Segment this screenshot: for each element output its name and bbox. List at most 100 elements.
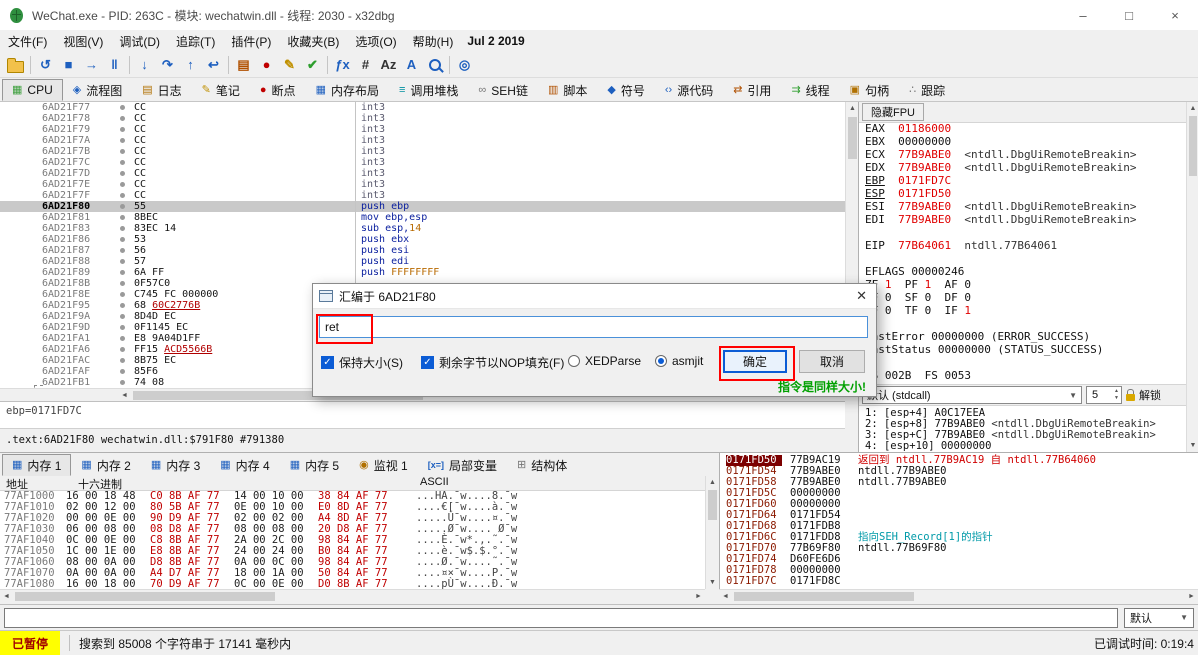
maximize-button[interactable]: □ bbox=[1106, 0, 1152, 30]
stack-row[interactable]: 0171FD7C0171FD8C bbox=[720, 576, 1198, 587]
asmjit-radio[interactable]: asmjit bbox=[655, 354, 703, 368]
menu-item[interactable]: 追踪(T) bbox=[168, 31, 223, 52]
argument-count-stepper[interactable]: 5 ▲▼ bbox=[1086, 386, 1122, 404]
breakpoint-dot[interactable] bbox=[120, 105, 125, 110]
command-mode-combo[interactable]: 默认 ▼ bbox=[1124, 608, 1194, 628]
cancel-button[interactable]: 取消 bbox=[799, 350, 865, 373]
step-out-icon-button[interactable]: ↑ bbox=[179, 54, 202, 76]
breakpoint-dot[interactable] bbox=[120, 314, 125, 319]
breakpoint-dot[interactable] bbox=[120, 281, 125, 286]
dump-vertical-scrollbar[interactable]: ▲▼ bbox=[705, 476, 719, 589]
disasm-row[interactable]: 6AD21F7FCCint3 bbox=[0, 190, 845, 201]
stop-icon-button[interactable]: ■ bbox=[57, 54, 80, 76]
tab-breakpoints[interactable]: ●断点 bbox=[250, 79, 306, 101]
menu-item[interactable]: 文件(F) bbox=[0, 31, 55, 52]
az-icon-button[interactable]: Az bbox=[377, 54, 400, 76]
breakpoint-dot[interactable] bbox=[120, 259, 125, 264]
dump-horizontal-scrollbar[interactable]: ◄► bbox=[0, 589, 705, 603]
tab-memory-1[interactable]: ▦内存 1 bbox=[2, 454, 71, 476]
breakpoint-dot[interactable] bbox=[120, 270, 125, 275]
xedparse-radio[interactable]: XEDParse bbox=[568, 354, 641, 368]
breakpoint-icon-button[interactable]: ● bbox=[255, 54, 278, 76]
disasm-row[interactable]: 6AD21F7BCCint3 bbox=[0, 146, 845, 157]
menu-item[interactable]: 收藏夹(B) bbox=[279, 31, 347, 52]
fx-icon-button[interactable]: ƒx bbox=[331, 54, 354, 76]
byte-address-link[interactable]: ACD5566B bbox=[164, 344, 212, 355]
tab-log[interactable]: ▤日志 bbox=[132, 79, 191, 101]
tab-script[interactable]: ▥脚本 bbox=[538, 79, 597, 101]
strings-icon-button[interactable]: A bbox=[400, 54, 423, 76]
breakpoint-dot[interactable] bbox=[120, 369, 125, 374]
step-into-icon-button[interactable]: ↓ bbox=[133, 54, 156, 76]
register-row[interactable]: EDX 77B9ABE0 <ntdll.DbgUiRemoteBreakin> bbox=[859, 161, 1186, 174]
tab-watch-1[interactable]: ◉监视 1 bbox=[349, 454, 418, 476]
register-row[interactable]: ESI 77B9ABE0 <ntdll.DbgUiRemoteBreakin> bbox=[859, 200, 1186, 213]
disasm-row[interactable]: 6AD21F8857push edi bbox=[0, 256, 845, 267]
tab-notes[interactable]: ✎笔记 bbox=[192, 79, 250, 101]
close-button[interactable]: × bbox=[1152, 0, 1198, 30]
run-icon-button[interactable]: → bbox=[80, 54, 103, 76]
tab-memory-5[interactable]: ▦内存 5 bbox=[280, 454, 349, 476]
tab-seh[interactable]: ∞SEH链 bbox=[468, 79, 538, 101]
disasm-row[interactable]: 6AD21F78CCint3 bbox=[0, 113, 845, 124]
command-input[interactable] bbox=[4, 608, 1118, 628]
tab-memory-2[interactable]: ▦内存 2 bbox=[71, 454, 140, 476]
breakpoint-dot[interactable] bbox=[120, 248, 125, 253]
open-file-icon-button[interactable] bbox=[4, 54, 27, 76]
register-row[interactable]: ECX 77B9ABE0 <ntdll.DbgUiRemoteBreakin> bbox=[859, 148, 1186, 161]
menu-item[interactable]: 视图(V) bbox=[55, 31, 111, 52]
register-row[interactable]: EBP 0171FD7C bbox=[859, 174, 1186, 187]
disasm-row[interactable]: 6AD21F8756push esi bbox=[0, 245, 845, 256]
menu-item[interactable]: 调试(D) bbox=[111, 31, 168, 52]
search-icon-button[interactable] bbox=[423, 54, 446, 76]
disasm-row[interactable]: 6AD21F8383EC 14sub esp,14 bbox=[0, 223, 845, 234]
tab-references[interactable]: ⇄引用 bbox=[723, 79, 781, 101]
memory-dump-view[interactable]: 地址 十六进制 ASCII 77AF100016 00 18 48C0 8B A… bbox=[0, 476, 705, 589]
restart-icon-button[interactable]: ↺ bbox=[34, 54, 57, 76]
tab-symbols[interactable]: ◆符号 bbox=[597, 79, 654, 101]
patch-icon-button[interactable]: ✔ bbox=[301, 54, 324, 76]
disasm-row[interactable]: 6AD21F7ECCint3 bbox=[0, 179, 845, 190]
breakpoint-dot[interactable] bbox=[120, 193, 125, 198]
disasm-row[interactable]: 6AD21F8653push ebx bbox=[0, 234, 845, 245]
breakpoint-dot[interactable] bbox=[120, 204, 125, 209]
disasm-row[interactable]: 6AD21F8055push ebp bbox=[0, 201, 845, 212]
breakpoint-dot[interactable] bbox=[120, 149, 125, 154]
pause-icon-button[interactable]: ‖ bbox=[103, 54, 126, 76]
minimize-button[interactable]: – bbox=[1060, 0, 1106, 30]
hash-icon-button[interactable]: # bbox=[354, 54, 377, 76]
register-row-eip[interactable]: EIP 77B64061 ntdll.77B64061 bbox=[859, 239, 1186, 252]
tab-graph[interactable]: ◈流程图 bbox=[63, 79, 132, 101]
breakpoint-dot[interactable] bbox=[120, 380, 125, 385]
breakpoint-dot[interactable] bbox=[120, 358, 125, 363]
menu-item[interactable]: 选项(O) bbox=[347, 31, 404, 52]
info-icon-button[interactable]: ◎ bbox=[453, 54, 476, 76]
tab-memory-4[interactable]: ▦内存 4 bbox=[210, 454, 279, 476]
disasm-row[interactable]: 6AD21F818BECmov ebp,esp bbox=[0, 212, 845, 223]
breakpoint-dot[interactable] bbox=[120, 171, 125, 176]
breakpoint-dot[interactable] bbox=[120, 226, 125, 231]
dialog-close-icon[interactable]: ✕ bbox=[856, 288, 867, 304]
breakpoint-dot[interactable] bbox=[120, 127, 125, 132]
tab-handles[interactable]: ▣句柄 bbox=[840, 79, 899, 101]
hide-fpu-button[interactable]: 隐藏FPU bbox=[862, 103, 924, 121]
tab-locals[interactable]: [x=]局部变量 bbox=[418, 454, 507, 476]
tab-call-stack[interactable]: ≡调用堆栈 bbox=[389, 79, 468, 101]
menu-item[interactable]: 帮助(H) bbox=[405, 31, 462, 52]
assemble-instruction-input[interactable]: ret bbox=[319, 316, 868, 338]
calling-convention-combo[interactable]: 默认 (stdcall) ▼ bbox=[862, 386, 1082, 404]
breakpoint-dot[interactable] bbox=[120, 336, 125, 341]
disasm-row[interactable]: 6AD21F896A FFpush FFFFFFFF bbox=[0, 267, 845, 278]
breakpoint-dot[interactable] bbox=[120, 237, 125, 242]
breakpoint-dot[interactable] bbox=[120, 303, 125, 308]
step-over-icon-button[interactable]: ↷ bbox=[156, 54, 179, 76]
breakpoint-dot[interactable] bbox=[120, 116, 125, 121]
menu-item[interactable]: 插件(P) bbox=[223, 31, 279, 52]
register-row[interactable]: EAX 01186000 bbox=[859, 122, 1186, 135]
breakpoint-dot[interactable] bbox=[120, 138, 125, 143]
keep-size-checkbox[interactable]: ✓ 保持大小(S) bbox=[321, 354, 403, 371]
disasm-row[interactable]: 6AD21F77CCint3 bbox=[0, 102, 845, 113]
stack-horizontal-scrollbar[interactable]: ◄► bbox=[719, 589, 1198, 603]
notes-icon-button[interactable]: ✎ bbox=[278, 54, 301, 76]
disasm-row[interactable]: 6AD21F79CCint3 bbox=[0, 124, 845, 135]
